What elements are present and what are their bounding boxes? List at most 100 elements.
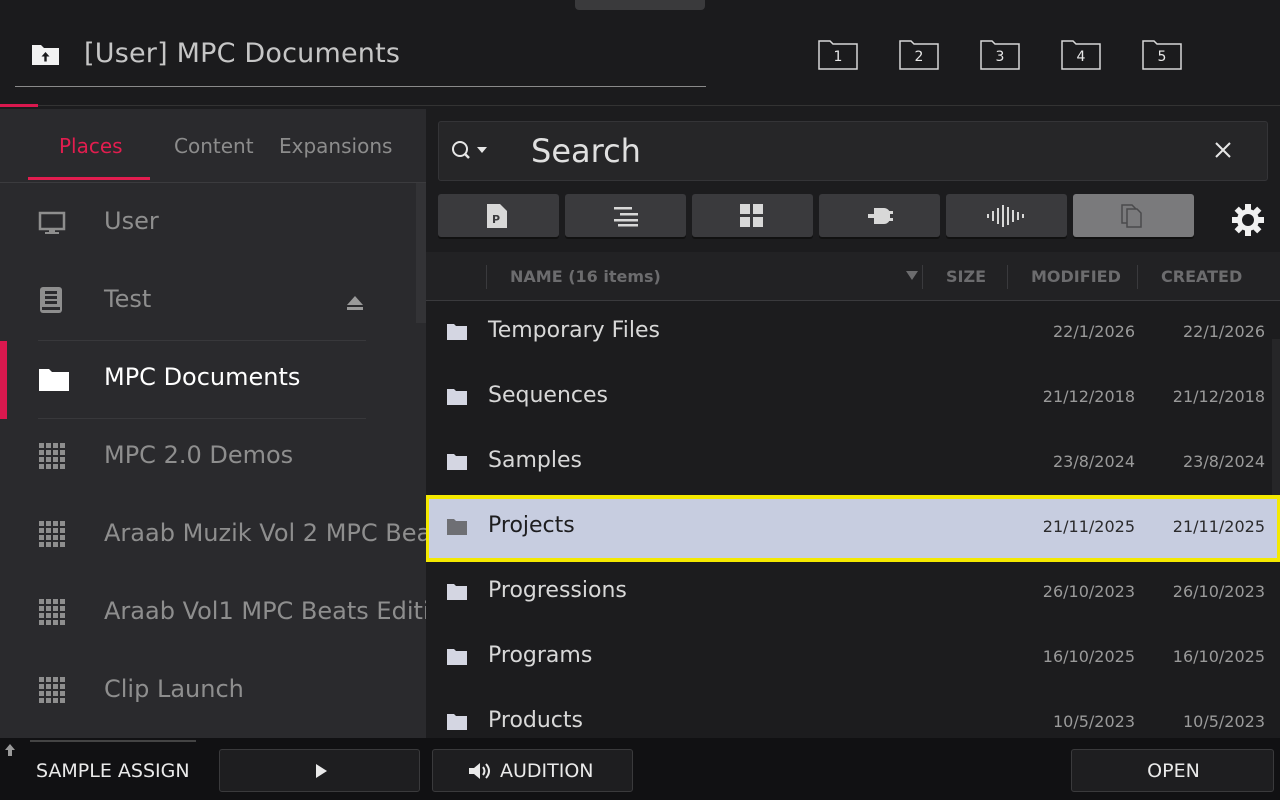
quick-folder-label: 2 — [914, 49, 924, 65]
file-modified: 21/12/2018 — [1042, 387, 1135, 406]
column-created-header[interactable]: CREATED — [1161, 267, 1242, 286]
close-icon[interactable] — [1214, 141, 1232, 163]
file-name: Sequences — [488, 383, 608, 408]
open-label: OPEN — [1147, 760, 1200, 782]
sidebar-item-label: MPC 2.0 Demos — [104, 441, 294, 469]
gear-icon[interactable] — [1230, 202, 1266, 242]
pads-grid-icon — [740, 204, 763, 227]
file-name: Projects — [488, 513, 575, 538]
sample-assign-button[interactable]: SAMPLE ASSIGN — [36, 760, 190, 782]
filter-pads-button[interactable] — [692, 194, 813, 237]
open-button[interactable]: OPEN — [1071, 749, 1274, 792]
sidebar-item-mpc-2-demos[interactable]: MPC 2.0 Demos — [0, 419, 426, 497]
monitor-icon — [38, 211, 68, 237]
column-name-header[interactable]: NAME (16 items) — [510, 267, 661, 286]
table-row[interactable]: Temporary Files 22/1/2026 22/1/2026 — [426, 301, 1280, 366]
filter-all-files-button[interactable] — [1073, 194, 1194, 237]
eject-icon[interactable] — [346, 295, 364, 315]
drive-icon — [38, 287, 68, 315]
sidebar-item-test[interactable]: Test — [0, 263, 426, 341]
speaker-icon — [469, 763, 490, 779]
file-modified: 23/8/2024 — [1052, 452, 1135, 471]
file-name: Programs — [488, 643, 593, 668]
sidebar-item-user[interactable]: User — [0, 185, 426, 263]
quick-folder-label: 3 — [995, 49, 1005, 65]
table-row[interactable]: Programs 16/10/2025 16/10/2025 — [426, 626, 1280, 691]
folder-icon — [446, 518, 468, 540]
column-size-header[interactable]: SIZE — [946, 267, 986, 286]
table-row[interactable]: Products 10/5/2023 10/5/2023 — [426, 691, 1280, 738]
column-divider — [1007, 265, 1008, 289]
play-icon — [316, 764, 327, 778]
audition-label: AUDITION — [500, 760, 594, 782]
sidebar-item-araab-muzik-vol-2[interactable]: Araab Muzik Vol 2 MPC Beats — [0, 497, 426, 575]
tab-places[interactable]: Places — [59, 134, 123, 158]
column-divider — [922, 265, 923, 289]
svg-text:P: P — [492, 213, 500, 226]
tab-expansions[interactable]: Expansions — [279, 134, 392, 158]
column-divider — [486, 265, 487, 289]
current-path-text: [User] MPC Documents — [84, 38, 401, 69]
sidebar-item-label: Clip Launch — [104, 675, 244, 703]
places-panel: Places Content Expansions User Test MPC … — [0, 109, 426, 738]
sequence-icon — [614, 207, 638, 227]
quick-folder-1[interactable]: 1 — [818, 40, 858, 70]
file-created: 21/11/2025 — [1172, 517, 1265, 536]
column-modified-header[interactable]: MODIFIED — [1031, 267, 1121, 286]
filter-programs-button[interactable]: P — [438, 194, 559, 237]
file-created: 10/5/2023 — [1182, 712, 1265, 731]
quick-folder-4[interactable]: 4 — [1061, 40, 1101, 70]
tab-content[interactable]: Content — [174, 134, 254, 158]
quick-folder-5[interactable]: 5 — [1142, 40, 1182, 70]
plugin-icon — [868, 208, 893, 224]
header-divider — [0, 105, 1280, 106]
filter-sequences-button[interactable] — [565, 194, 686, 237]
selection-indicator — [0, 341, 7, 419]
table-row[interactable]: Samples 23/8/2024 23/8/2024 — [426, 431, 1280, 496]
program-file-icon: P — [487, 204, 507, 228]
file-created: 26/10/2023 — [1172, 582, 1265, 601]
waveform-icon — [987, 205, 1024, 227]
sidebar-item-mpc-documents[interactable]: MPC Documents — [0, 341, 426, 419]
grid-icon — [38, 521, 68, 549]
grid-icon — [38, 599, 68, 627]
table-header: NAME (16 items) SIZE MODIFIED CREATED — [426, 252, 1280, 301]
play-button[interactable] — [219, 749, 420, 792]
quick-folder-label: 5 — [1157, 49, 1167, 65]
sidebar-item-araab-vol1[interactable]: Araab Vol1 MPC Beats Edition — [0, 575, 426, 653]
audition-button[interactable]: AUDITION — [432, 749, 633, 792]
file-name: Temporary Files — [488, 318, 660, 343]
quick-folder-2[interactable]: 2 — [899, 40, 939, 70]
quick-folder-label: 4 — [1076, 49, 1086, 65]
sort-descending-icon[interactable] — [906, 271, 918, 280]
folder-icon — [446, 323, 468, 345]
file-name: Samples — [488, 448, 582, 473]
sidebar-item-clip-launch[interactable]: Clip Launch — [0, 653, 426, 731]
file-name: Products — [488, 708, 583, 733]
search-input[interactable] — [531, 130, 1181, 172]
search-icon[interactable] — [451, 140, 495, 168]
arrow-up-icon — [4, 742, 16, 761]
file-modified: 10/5/2023 — [1052, 712, 1135, 731]
filter-samples-button[interactable] — [946, 194, 1067, 237]
table-row[interactable]: Progressions 26/10/2023 26/10/2023 — [426, 561, 1280, 626]
header-accent — [0, 104, 38, 107]
folder-icon — [446, 388, 468, 410]
folder-icon — [446, 713, 468, 735]
folder-icon — [446, 583, 468, 605]
folder-up-icon[interactable] — [31, 42, 61, 66]
header-bar: [User] MPC Documents 1 2 3 4 5 — [0, 0, 1280, 107]
current-path-field[interactable]: [User] MPC Documents — [15, 28, 706, 87]
table-row[interactable]: Sequences 21/12/2018 21/12/2018 — [426, 366, 1280, 431]
table-row-selected[interactable]: Projects 21/11/2025 21/11/2025 — [426, 495, 1280, 562]
quick-folder-label: 1 — [833, 49, 843, 65]
column-divider — [1137, 265, 1138, 289]
file-created: 21/12/2018 — [1172, 387, 1265, 406]
footer-bar: SAMPLE ASSIGN AUDITION OPEN — [0, 738, 1280, 800]
filter-plugins-button[interactable] — [819, 194, 940, 237]
quick-folder-3[interactable]: 3 — [980, 40, 1020, 70]
folder-icon — [38, 367, 69, 393]
sidebar-item-label: Test — [104, 285, 152, 313]
top-drag-handle[interactable] — [575, 0, 705, 10]
sidebar-item-label: MPC Documents — [104, 363, 301, 391]
